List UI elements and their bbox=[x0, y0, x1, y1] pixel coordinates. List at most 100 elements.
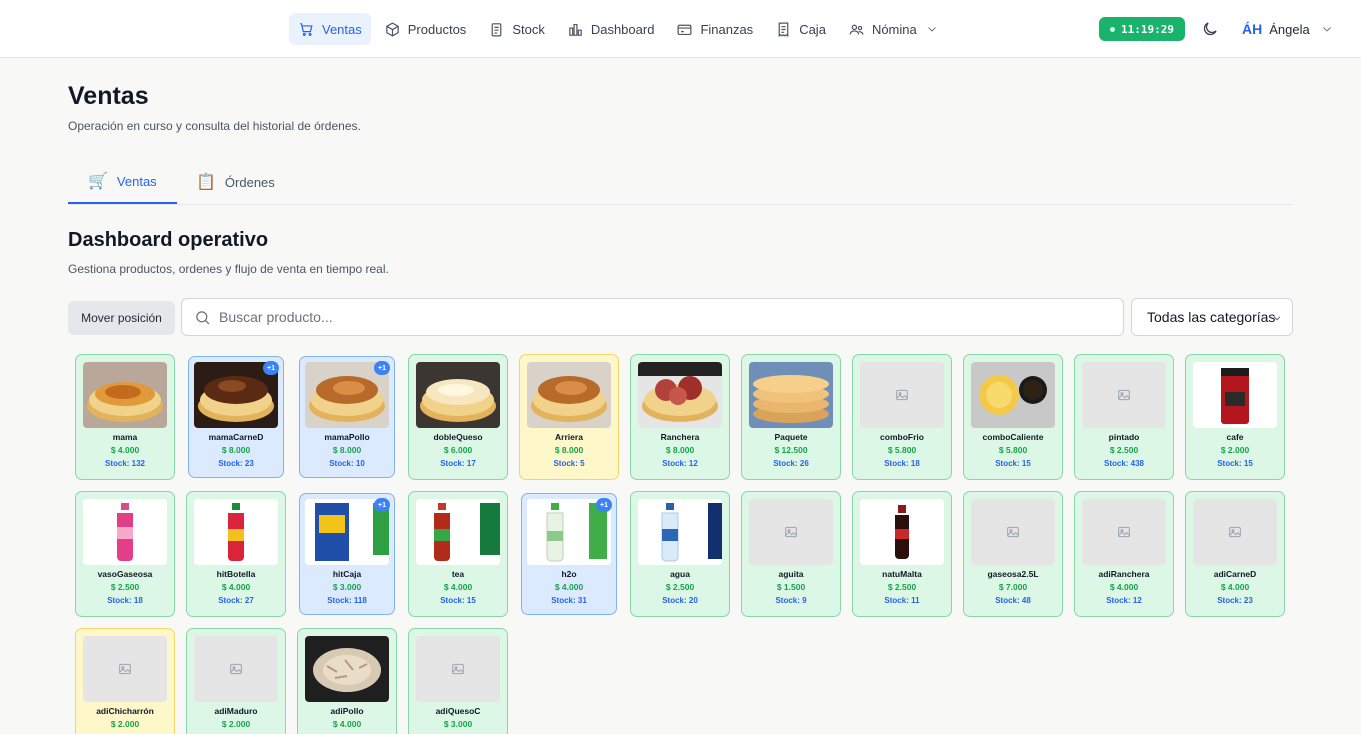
product-card[interactable]: gaseosa2.5L $ 7.000 Stock: 48 bbox=[963, 491, 1063, 617]
product-card[interactable]: vasoGaseosa $ 2.500 Stock: 18 bbox=[75, 491, 175, 617]
chart-icon bbox=[568, 23, 582, 36]
tab-label: Ventas bbox=[116, 173, 157, 189]
product-stock: Stock: 10 bbox=[329, 459, 365, 468]
product-image bbox=[305, 636, 389, 702]
product-card[interactable]: comboFrio $ 5.800 Stock: 18 bbox=[852, 354, 952, 480]
product-image bbox=[83, 499, 167, 565]
product-price: $ 2.500 bbox=[665, 582, 695, 592]
product-card[interactable]: adiCarneD $ 4.000 Stock: 23 bbox=[1185, 491, 1285, 617]
nav-label: Stock bbox=[512, 21, 545, 37]
product-price: $ 4.000 bbox=[1220, 582, 1250, 592]
product-card[interactable]: aguita $ 1.500 Stock: 9 bbox=[741, 491, 841, 617]
product-card[interactable]: tea $ 4.000 Stock: 15 bbox=[408, 491, 508, 617]
product-thumb bbox=[1082, 499, 1166, 565]
product-thumb bbox=[860, 499, 944, 565]
product-image bbox=[527, 362, 611, 428]
product-image bbox=[638, 499, 722, 565]
nav-item-caja[interactable]: Caja bbox=[766, 13, 835, 45]
product-price: $ 4.000 bbox=[110, 445, 140, 455]
product-price: $ 5.800 bbox=[998, 445, 1028, 455]
dark-mode-toggle[interactable] bbox=[1201, 20, 1219, 38]
product-stock: Stock: 23 bbox=[218, 459, 254, 468]
image-placeholder-icon bbox=[1118, 526, 1130, 538]
product-price: $ 8.000 bbox=[665, 445, 695, 455]
search-input[interactable] bbox=[219, 302, 1123, 332]
product-card[interactable]: hitBotella $ 4.000 Stock: 27 bbox=[186, 491, 286, 617]
nav-label: Productos bbox=[407, 21, 467, 37]
live-dot-icon bbox=[1110, 26, 1115, 32]
product-card[interactable]: +1 hitCaja $ 3.000 Stock: 118 bbox=[299, 493, 395, 615]
product-name: vasoGaseosa bbox=[97, 569, 153, 579]
product-price: $ 4.000 bbox=[332, 719, 362, 729]
category-select[interactable]: Todas las categorías bbox=[1131, 298, 1293, 336]
product-card[interactable]: mama $ 4.000 Stock: 132 bbox=[75, 354, 175, 480]
tab-ordenes[interactable]: 📋 Órdenes bbox=[176, 160, 295, 204]
product-stock: Stock: 438 bbox=[1103, 459, 1145, 468]
nav-item-finanzas[interactable]: Finanzas bbox=[667, 13, 762, 45]
product-card[interactable]: +1 mamaPollo $ 8.000 Stock: 10 bbox=[299, 356, 395, 478]
product-name: mama bbox=[112, 432, 138, 442]
nav-item-ventas[interactable]: Ventas bbox=[289, 13, 371, 45]
product-card[interactable]: adiMaduro $ 2.000 bbox=[186, 628, 286, 734]
product-card[interactable]: adiChicharrón $ 2.000 bbox=[75, 628, 175, 734]
product-card[interactable]: natuMalta $ 2.500 Stock: 11 bbox=[852, 491, 952, 617]
product-stock: Stock: 15 bbox=[1217, 459, 1253, 468]
product-name: adiRanchera bbox=[1098, 569, 1150, 579]
product-card[interactable]: comboCaliente $ 5.800 Stock: 15 bbox=[963, 354, 1063, 480]
product-thumb bbox=[1193, 362, 1277, 428]
nav-item-nomina[interactable]: Nómina bbox=[839, 13, 947, 45]
product-price: $ 4.000 bbox=[554, 582, 584, 592]
product-thumb bbox=[638, 362, 722, 428]
main-nav: Ventas Productos Stock Dashboard Finanzas Caj… bbox=[289, 13, 947, 45]
chevron-down-icon bbox=[1322, 27, 1331, 32]
product-card[interactable]: cafe $ 2.000 Stock: 15 bbox=[1185, 354, 1285, 480]
chevron-down-icon bbox=[1273, 316, 1281, 321]
receipt-icon bbox=[778, 22, 789, 37]
product-image bbox=[749, 362, 833, 428]
image-placeholder-icon bbox=[119, 663, 131, 675]
image-placeholder-icon bbox=[896, 389, 908, 401]
product-image bbox=[860, 499, 944, 565]
tab-ventas[interactable]: 🛒 Ventas bbox=[68, 160, 177, 204]
product-card[interactable]: +1 h2o $ 4.000 Stock: 31 bbox=[521, 493, 617, 615]
nav-item-productos[interactable]: Productos bbox=[375, 13, 476, 45]
product-price: $ 3.000 bbox=[443, 719, 473, 729]
product-card[interactable]: Arriera $ 8.000 Stock: 5 bbox=[519, 354, 619, 480]
product-image bbox=[971, 362, 1055, 428]
product-image bbox=[416, 499, 500, 565]
avatar: ÁH bbox=[1242, 21, 1263, 37]
product-price: $ 7.000 bbox=[998, 582, 1028, 592]
product-name: aguita bbox=[778, 569, 804, 579]
product-stock: Stock: 31 bbox=[551, 596, 587, 605]
product-stock: Stock: 5 bbox=[553, 459, 585, 468]
product-stock: Stock: 18 bbox=[884, 459, 920, 468]
top-navbar: Ventas Productos Stock Dashboard Finanzas Caj… bbox=[0, 0, 1361, 58]
product-thumb bbox=[194, 499, 278, 565]
nav-item-stock[interactable]: Stock bbox=[479, 13, 554, 45]
product-card[interactable]: agua $ 2.500 Stock: 20 bbox=[630, 491, 730, 617]
quantity-badge: +1 bbox=[374, 361, 390, 375]
product-thumb bbox=[83, 362, 167, 428]
product-card[interactable]: Ranchera $ 8.000 Stock: 12 bbox=[630, 354, 730, 480]
product-thumb bbox=[860, 362, 944, 428]
product-card[interactable]: pintado $ 2.500 Stock: 438 bbox=[1074, 354, 1174, 480]
product-card[interactable]: dobleQueso $ 6.000 Stock: 17 bbox=[408, 354, 508, 480]
product-price: $ 1.500 bbox=[776, 582, 806, 592]
tab-bar: 🛒 Ventas 📋 Órdenes bbox=[68, 160, 1293, 205]
nav-label: Nómina bbox=[871, 21, 917, 37]
product-stock: Stock: 23 bbox=[1217, 596, 1253, 605]
product-price: $ 2.000 bbox=[1220, 445, 1250, 455]
product-card[interactable]: adiRanchera $ 4.000 Stock: 12 bbox=[1074, 491, 1174, 617]
user-menu[interactable]: ÁH Ángela bbox=[1242, 18, 1333, 40]
product-thumb bbox=[1082, 362, 1166, 428]
product-name: h2o bbox=[561, 569, 577, 579]
product-card[interactable]: adiQuesoC $ 3.000 bbox=[408, 628, 508, 734]
move-position-button[interactable]: Mover posición bbox=[68, 301, 175, 335]
product-card[interactable]: +1 mamaCarneD $ 8.000 Stock: 23 bbox=[188, 356, 284, 478]
product-thumb bbox=[971, 499, 1055, 565]
product-card[interactable]: adiPollo $ 4.000 bbox=[297, 628, 397, 734]
nav-item-dashboard[interactable]: Dashboard bbox=[558, 13, 664, 45]
product-stock: Stock: 118 bbox=[327, 596, 367, 605]
product-card[interactable]: Paquete $ 12.500 Stock: 26 bbox=[741, 354, 841, 480]
clock-badge: 11:19:29 bbox=[1099, 17, 1185, 41]
